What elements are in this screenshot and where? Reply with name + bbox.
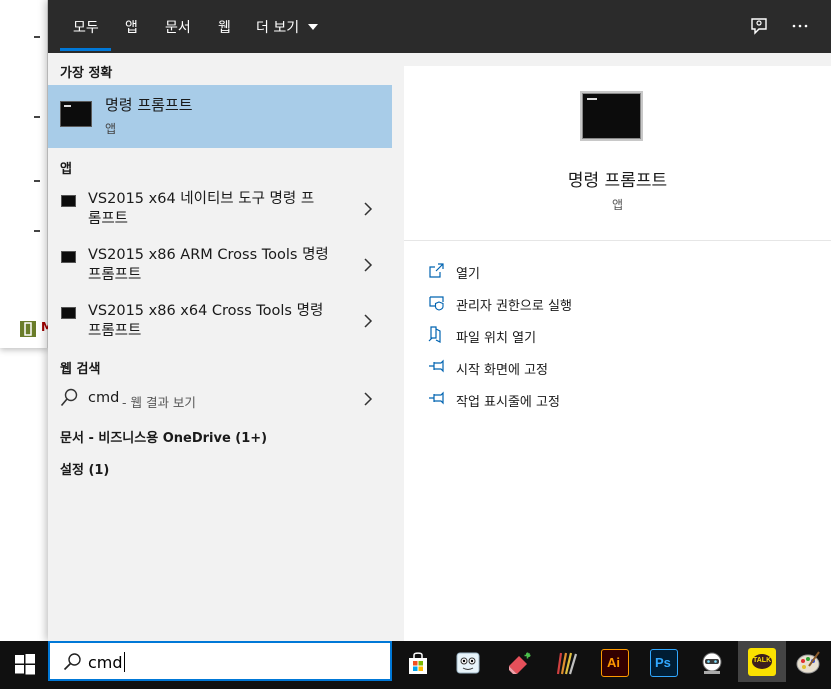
web-search-heading: 웹 검색 <box>60 362 101 377</box>
action-run-as-admin[interactable]: 관리자 권한으로 실행 <box>428 294 808 314</box>
illustrator-icon-text: Ai <box>607 655 620 670</box>
app-result-label-line: VS2015 x86 x64 Cross Tools 명령 <box>88 303 324 319</box>
app-result-item[interactable]: VS2015 x64 네이티브 도구 명령 프 롬프트 <box>48 189 392 241</box>
chevron-right-icon[interactable] <box>362 314 374 328</box>
action-open-file-location[interactable]: 파일 위치 열기 <box>428 326 808 346</box>
app-result-item[interactable]: VS2015 x86 ARM Cross Tools 명령 프롬프트 <box>48 245 392 297</box>
search-input[interactable]: cmd <box>88 652 125 672</box>
pin-icon <box>429 359 444 373</box>
feedback-icon[interactable] <box>748 15 770 37</box>
search-flyout: 모두 앱 문서 웹 더 보기 가장 정확 명령 프롬프트 앱 앱 VS2015 … <box>48 0 831 641</box>
photoshop-icon-text: Ps <box>655 655 671 670</box>
preview-title: 명령 프롬프트 <box>567 171 668 191</box>
action-open-label: 열기 <box>456 267 480 282</box>
best-match-subtitle: 앱 <box>105 122 117 136</box>
open-icon <box>429 263 444 278</box>
phone-icon <box>20 321 36 337</box>
tab-all-underline <box>60 48 111 51</box>
action-pin-to-taskbar[interactable]: 작업 표시줄에 고정 <box>428 390 808 410</box>
best-match-heading: 가장 정확 <box>60 66 113 81</box>
action-pin-to-start[interactable]: 시작 화면에 고정 <box>428 358 808 378</box>
preview-subtitle: 앱 <box>611 198 624 212</box>
app-result-label-line: 롬프트 <box>88 211 129 227</box>
search-tabs-bar: 모두 앱 문서 웹 더 보기 <box>48 0 831 53</box>
web-search-hint: - 웹 결과 보기 <box>122 395 196 410</box>
apps-heading: 앱 <box>60 162 72 177</box>
more-options-icon[interactable] <box>789 15 811 37</box>
tab-web[interactable]: 웹 <box>218 17 231 37</box>
action-open-file-location-label: 파일 위치 열기 <box>456 331 537 346</box>
app-result-label: VS2015 x86 x64 Cross Tools 명령 프롬프트 <box>88 301 333 341</box>
tree-connector <box>34 230 40 232</box>
tab-more[interactable]: 더 보기 <box>256 17 318 37</box>
search-icon <box>63 653 81 671</box>
action-pin-to-taskbar-label: 작업 표시줄에 고정 <box>456 395 560 410</box>
eraser-app-icon[interactable] <box>505 649 533 677</box>
kakaotalk-icon: TALK <box>748 648 776 676</box>
command-prompt-large-icon <box>580 91 643 141</box>
preview-divider <box>404 240 831 241</box>
tree-connector <box>34 116 40 118</box>
best-match-result[interactable]: 명령 프롬프트 앱 <box>48 85 392 148</box>
shield-icon <box>429 296 444 311</box>
file-location-icon <box>428 326 441 343</box>
app-result-label-line: VS2015 x64 네이티브 도구 명령 프 <box>88 191 315 207</box>
pin-icon <box>429 391 444 405</box>
app-result-label-line: 프롬프트 <box>88 267 142 283</box>
chevron-right-icon[interactable] <box>362 202 374 216</box>
action-run-as-admin-label: 관리자 권한으로 실행 <box>456 299 572 314</box>
app-result-label-line: VS2015 x86 ARM Cross Tools 명령 <box>88 247 329 263</box>
app-result-label: VS2015 x86 ARM Cross Tools 명령 프롬프트 <box>88 245 333 285</box>
tab-documents[interactable]: 문서 <box>165 17 191 37</box>
best-match-title: 명령 프롬프트 <box>105 96 193 114</box>
paint-icon[interactable] <box>795 649 823 677</box>
command-prompt-icon <box>60 101 92 127</box>
tab-all[interactable]: 모두 <box>73 17 99 37</box>
preview-pane: 명령 프롬프트 앱 열기 관리자 권한으로 실행 파일 위치 열기 시작 화면에… <box>404 66 831 641</box>
console-icon <box>61 307 76 319</box>
tab-apps[interactable]: 앱 <box>125 17 138 37</box>
kakaotalk-icon-text: TALK <box>753 657 772 664</box>
documents-onedrive-category[interactable]: 문서 - 비즈니스용 OneDrive (1+) <box>60 427 267 446</box>
taskbar: cmd Ai Ps TALK <box>0 641 831 689</box>
web-search-result[interactable]: cmd - 웹 결과 보기 <box>48 388 392 412</box>
palette-app-icon[interactable] <box>553 649 581 677</box>
store-icon[interactable] <box>404 649 432 677</box>
text-caret <box>123 652 125 672</box>
action-pin-to-start-label: 시작 화면에 고정 <box>456 363 548 378</box>
illustrator-icon[interactable]: Ai <box>601 649 629 677</box>
chevron-right-icon[interactable] <box>362 258 374 272</box>
paint-3d-icon[interactable] <box>454 649 482 677</box>
tree-connector <box>34 180 40 182</box>
robot-app-icon[interactable] <box>698 649 726 677</box>
taskbar-search-box[interactable]: cmd <box>48 641 392 681</box>
action-open[interactable]: 열기 <box>428 262 808 282</box>
console-icon <box>61 251 76 263</box>
app-result-item[interactable]: VS2015 x86 x64 Cross Tools 명령 프롬프트 <box>48 301 392 353</box>
settings-category[interactable]: 설정 (1) <box>60 459 109 478</box>
photoshop-icon[interactable]: Ps <box>650 649 678 677</box>
caret-down-icon <box>307 24 318 30</box>
console-icon <box>61 195 76 207</box>
chevron-right-icon[interactable] <box>362 392 374 406</box>
web-search-query: cmd <box>88 390 120 406</box>
tab-more-label: 더 보기 <box>256 20 300 36</box>
taskbar-active-app[interactable]: TALK <box>738 641 786 682</box>
app-result-label: VS2015 x64 네이티브 도구 명령 프 롬프트 <box>88 189 333 229</box>
windows-start-icon[interactable] <box>14 653 36 675</box>
search-input-value: cmd <box>88 653 123 672</box>
app-result-label-line: 프롬프트 <box>88 323 142 339</box>
background-window: M <box>0 0 53 348</box>
tree-connector <box>34 36 40 38</box>
search-icon <box>60 388 78 407</box>
